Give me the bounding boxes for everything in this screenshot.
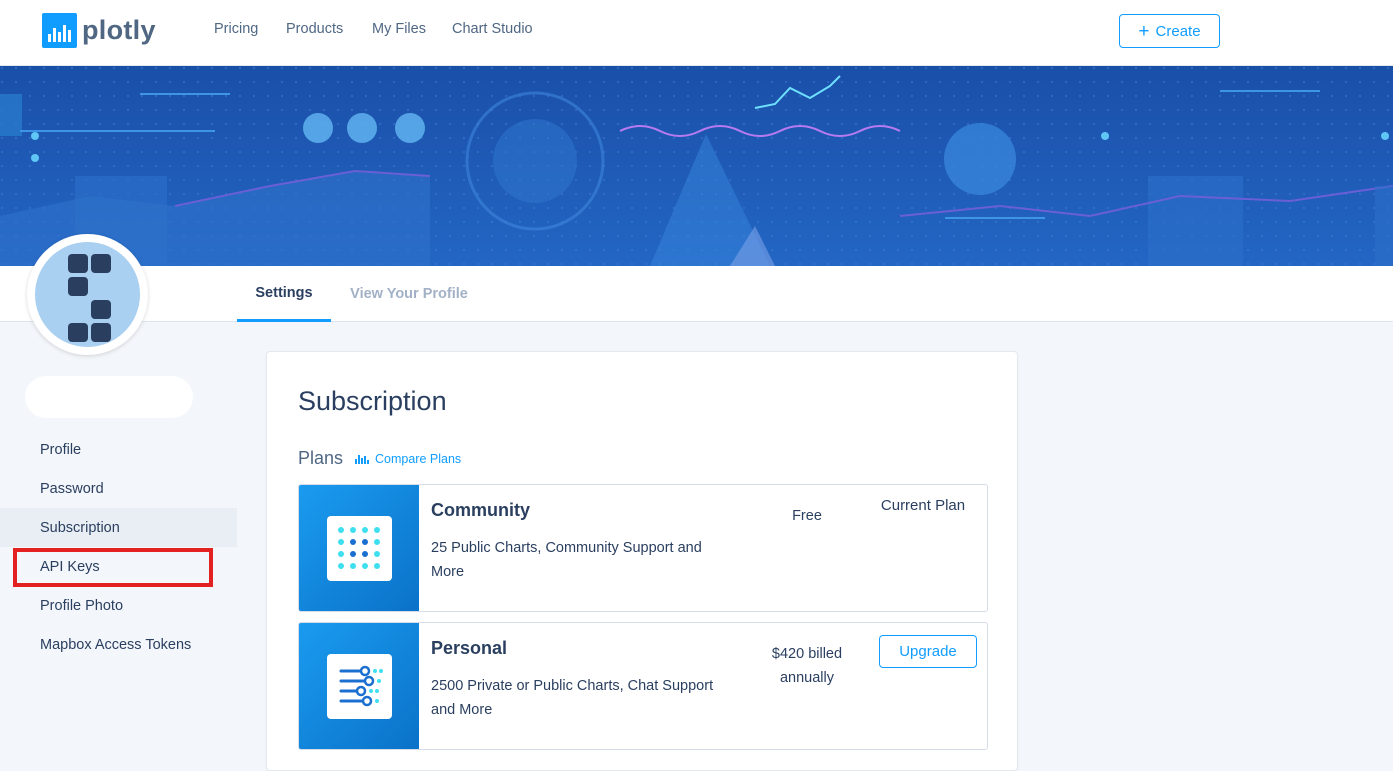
plotly-logo[interactable]: plotly (42, 13, 156, 48)
profile-banner (0, 66, 1393, 266)
banner-illustration (0, 66, 1393, 266)
profile-tabs: Settings View Your Profile (0, 266, 1393, 322)
plan-name: Personal (431, 638, 508, 658)
nav-products[interactable]: Products (286, 21, 343, 37)
sidebar-item-subscription[interactable]: Subscription (0, 508, 237, 547)
redacted-username (25, 376, 193, 418)
subscription-card: Subscription Plans Compare Plans Communi… (266, 351, 1018, 771)
nav-chart-studio[interactable]: Chart Studio (452, 21, 533, 37)
nav-pricing[interactable]: Pricing (214, 21, 258, 37)
compare-plans-label: Compare Plans (375, 452, 462, 466)
plotly-logo-icon (42, 13, 77, 48)
avatar[interactable] (27, 234, 148, 355)
upgrade-button[interactable]: Upgrade (879, 635, 977, 668)
nav-my-files[interactable]: My Files (372, 21, 426, 37)
plan-strip (299, 623, 419, 749)
dot-grid-icon (327, 516, 392, 581)
plus-icon: + (1138, 20, 1150, 42)
create-label: Create (1155, 22, 1201, 40)
plans-heading: Plans (298, 448, 344, 468)
current-plan-label: Current Plan (880, 497, 966, 514)
page-title: Subscription (298, 386, 447, 416)
logo-text: plotly (82, 15, 156, 45)
sidebar-item-password[interactable]: Password (0, 469, 237, 508)
sliders-icon (327, 654, 392, 719)
bar-chart-icon (355, 454, 370, 464)
plan-price: $420 billed annually (771, 646, 843, 686)
avatar-image (35, 242, 140, 347)
plan-card-personal: Personal 2500 Private or Public Charts, … (298, 622, 988, 750)
plan-name: Community (431, 500, 530, 520)
sidebar-item-api-keys[interactable]: API Keys (0, 547, 237, 587)
create-button[interactable]: + Create (1119, 14, 1220, 48)
top-navigation: plotly Pricing Products My Files Chart S… (0, 0, 1393, 66)
plan-card-community: Community 25 Public Charts, Community Su… (298, 484, 988, 612)
plan-price: Free (792, 508, 822, 524)
plan-strip (299, 485, 419, 611)
plan-description: 25 Public Charts, Community Support and … (431, 540, 702, 580)
settings-sidebar: Profile Password Subscription API Keys P… (0, 430, 237, 664)
sidebar-item-profile[interactable]: Profile (0, 430, 237, 469)
sidebar-item-mapbox-tokens[interactable]: Mapbox Access Tokens (0, 625, 237, 664)
plan-description: 2500 Private or Public Charts, Chat Supp… (431, 678, 714, 718)
sidebar-item-profile-photo[interactable]: Profile Photo (0, 586, 237, 625)
tab-settings[interactable]: Settings (237, 266, 331, 322)
compare-plans-link[interactable]: Compare Plans (355, 452, 461, 466)
tab-view-profile[interactable]: View Your Profile (336, 266, 482, 322)
